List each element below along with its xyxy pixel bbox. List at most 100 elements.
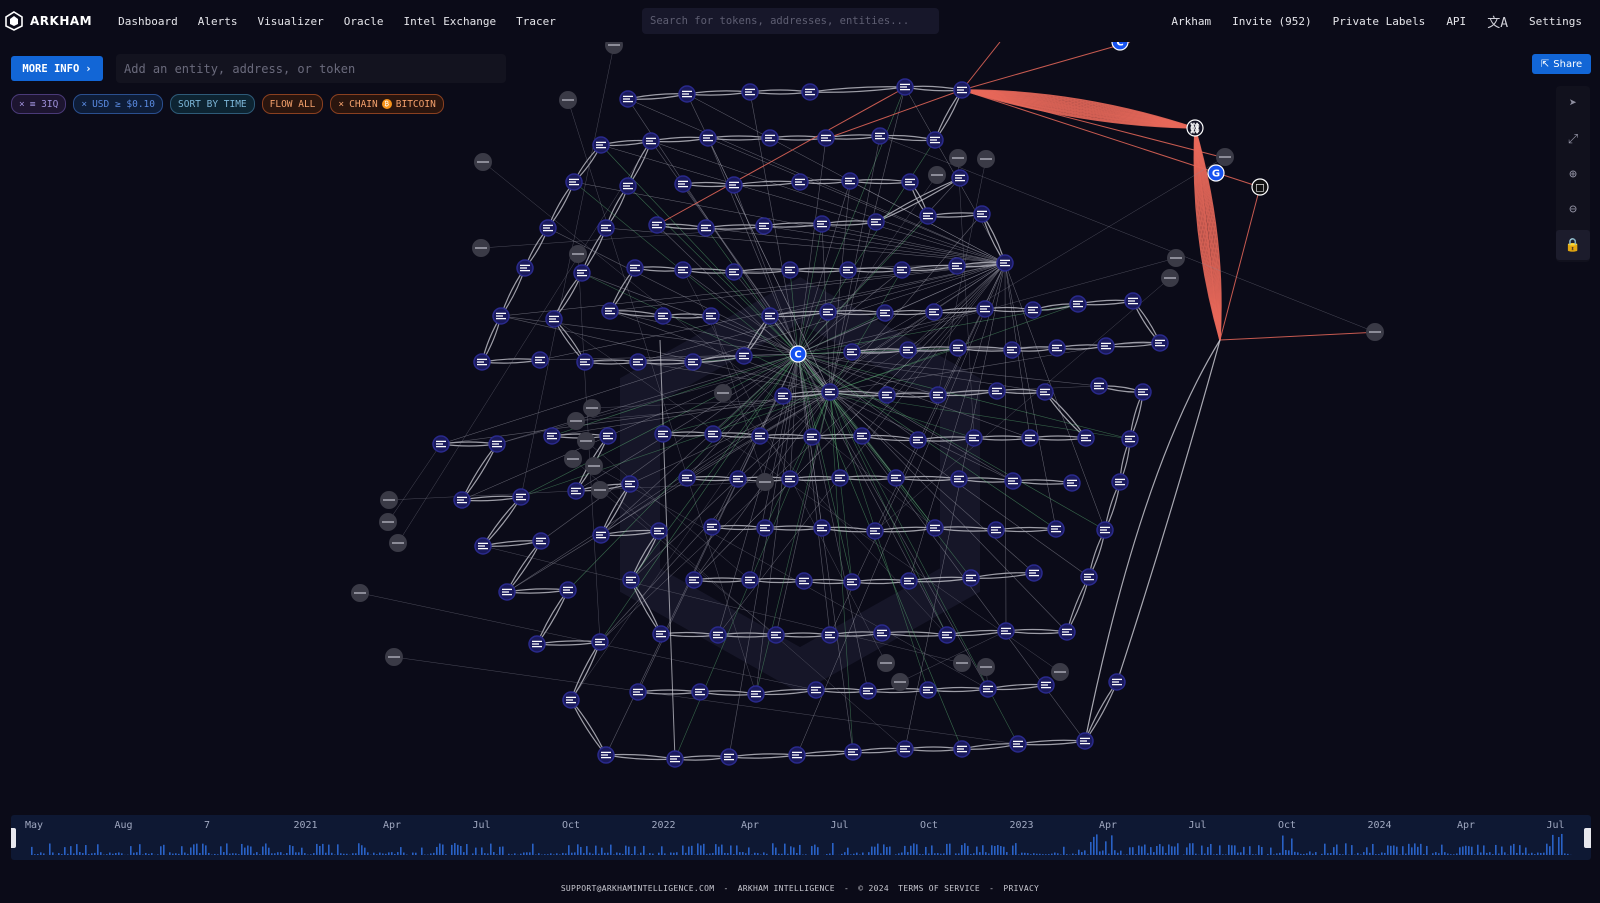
timeline-bar <box>538 853 540 855</box>
timeline-bar <box>940 853 942 855</box>
close-icon[interactable]: × <box>19 99 25 110</box>
zoom-out-icon[interactable]: ⊖ <box>1556 194 1590 224</box>
timeline-bar <box>277 852 279 855</box>
timeline-bar <box>226 843 228 855</box>
timeline-bar <box>1174 846 1176 855</box>
timeline-bar <box>568 845 570 855</box>
timeline-bar <box>1393 845 1395 855</box>
timeline-bar <box>589 852 591 855</box>
flow-all-chip[interactable]: FLOW ALL <box>261 94 324 114</box>
timeline-bar <box>529 852 531 855</box>
timeline-bar <box>1054 852 1056 855</box>
timeline-bar <box>1552 834 1554 855</box>
arkham-logo[interactable]: ARKHAM <box>4 11 92 31</box>
zoom-in-icon[interactable]: ⊕ <box>1556 159 1590 189</box>
nav-visualizer[interactable]: Visualizer <box>257 15 323 28</box>
timeline-end-handle[interactable] <box>1584 828 1591 848</box>
timeline-bar <box>1282 835 1284 855</box>
timeline-bar <box>1204 853 1206 855</box>
timeline-start-handle[interactable] <box>11 828 16 848</box>
filter-chip-usd[interactable]: × USD ≥ $0.10 <box>73 94 163 114</box>
nav-api[interactable]: API <box>1446 15 1466 28</box>
timeline-bar <box>1396 846 1398 855</box>
add-entity-input[interactable] <box>116 54 506 83</box>
timeline-bar <box>325 852 327 855</box>
timeline-bar <box>31 846 33 855</box>
timeline-scrubber[interactable]: May Aug 7 2021 Apr Jul Oct 2022 Apr Jul Oct 2023 Apr… <box>11 815 1591 860</box>
filter-chip-token[interactable]: × ≡ 3IQ <box>11 94 67 114</box>
timeline-bar <box>1474 854 1476 855</box>
timeline-bar <box>160 846 162 855</box>
timeline-bar <box>1252 854 1254 855</box>
timeline-bar <box>1102 850 1104 855</box>
timeline-bar <box>670 852 672 855</box>
timeline-bar <box>1405 853 1407 855</box>
share-button[interactable]: ⇱ Share <box>1532 54 1591 74</box>
nav-arkham[interactable]: Arkham <box>1171 15 1211 28</box>
timeline-bar <box>1333 847 1335 855</box>
fit-screen-icon[interactable]: ⤢ <box>1556 124 1590 154</box>
timeline-bar <box>499 846 501 855</box>
timeline-bar <box>1402 846 1404 855</box>
timeline-bar <box>1030 854 1032 855</box>
unlabeled-entity-node[interactable] <box>605 42 623 54</box>
nav-alerts[interactable]: Alerts <box>198 15 238 28</box>
timeline-bar <box>1021 852 1023 855</box>
sort-by-time-chip[interactable]: SORT BY TIME <box>170 94 255 114</box>
nav-private-labels[interactable]: Private Labels <box>1333 15 1426 28</box>
timeline-bar <box>493 852 495 855</box>
more-info-button[interactable]: MORE INFO › <box>11 56 103 81</box>
timeline-bar <box>652 853 654 855</box>
transaction-graph-canvas[interactable]: C G ⛓ □ C <box>0 42 1600 812</box>
link-icon-glyph: ⛓ <box>1189 123 1202 135</box>
timeline-bar <box>1126 854 1128 855</box>
close-icon[interactable]: × <box>81 99 87 110</box>
privacy-link[interactable]: PRIVACY <box>1003 884 1039 893</box>
nav-tracer[interactable]: Tracer <box>516 15 556 28</box>
timeline-bar <box>598 853 600 855</box>
timeline-bar <box>595 845 597 855</box>
support-email-link[interactable]: SUPPORT@ARKHAMINTELLIGENCE.COM <box>561 884 715 893</box>
translate-icon[interactable]: 文A <box>1487 12 1508 31</box>
timeline-bar <box>1420 843 1422 855</box>
timeline-bar <box>247 845 249 855</box>
timeline-bar <box>748 847 750 855</box>
timeline-bar <box>106 854 108 855</box>
timeline-bar <box>391 852 393 855</box>
timeline-bar <box>700 845 702 855</box>
timeline-bar <box>1534 854 1536 855</box>
timeline-bar <box>115 852 117 855</box>
timeline-bar <box>1546 843 1548 855</box>
entity-label-placeholder <box>952 157 964 159</box>
timeline-bar <box>1501 846 1503 855</box>
entity-label-placeholder <box>1369 331 1381 333</box>
timeline-bar <box>1057 853 1059 855</box>
nav-invite[interactable]: Invite (952) <box>1232 15 1311 28</box>
timeline-bar <box>502 846 504 855</box>
nav-oracle[interactable]: Oracle <box>344 15 384 28</box>
timeline-bar <box>970 853 972 855</box>
global-search-input[interactable] <box>642 8 939 34</box>
timeline-bar <box>412 852 414 855</box>
lock-icon[interactable]: 🔒 <box>1556 230 1590 260</box>
timeline-bar <box>400 847 402 855</box>
timeline-bar <box>151 853 153 855</box>
timeline-bar <box>1489 852 1491 855</box>
nav-intel-exchange[interactable]: Intel Exchange <box>403 15 496 28</box>
nav-dashboard[interactable]: Dashboard <box>118 15 178 28</box>
nav-settings[interactable]: Settings <box>1529 15 1582 28</box>
filter-chip-chain[interactable]: × CHAIN ₿ BITCOIN <box>330 94 444 114</box>
close-icon[interactable]: × <box>338 99 344 110</box>
timeline-bar <box>1294 851 1296 855</box>
pointer-icon[interactable]: ➤ <box>1556 88 1590 118</box>
timeline-bar <box>742 852 744 855</box>
entity-label-placeholder <box>1164 277 1176 279</box>
timeline-bar <box>922 854 924 855</box>
entity-label-placeholder <box>980 158 992 160</box>
timeline-bar <box>487 853 489 855</box>
timeline-bar <box>643 845 645 855</box>
timeline-bar <box>856 852 858 855</box>
terms-link[interactable]: TERMS OF SERVICE <box>898 884 980 893</box>
timeline-bar <box>946 843 948 855</box>
timeline-bar <box>472 853 474 855</box>
